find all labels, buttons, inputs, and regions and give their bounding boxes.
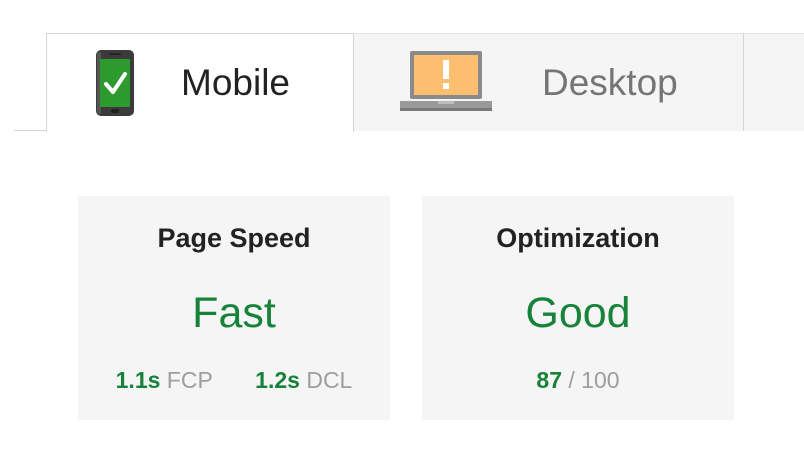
page-speed-title: Page Speed bbox=[157, 223, 311, 253]
pagespeed-report: Mobile Desktop Page Speed Fast 1.1s FCP … bbox=[0, 0, 804, 454]
tab-mobile[interactable]: Mobile bbox=[46, 33, 354, 132]
mobile-phone-check-icon bbox=[95, 49, 135, 122]
device-tabs: Mobile Desktop bbox=[0, 0, 804, 132]
page-speed-metrics: 1.1s FCP 1.2s DCL bbox=[78, 366, 390, 394]
page-speed-verdict: Fast bbox=[192, 289, 276, 337]
optimization-score-value: 87 bbox=[536, 367, 563, 393]
dcl-value: 1.2s bbox=[255, 367, 300, 393]
tab-desktop-label: Desktop bbox=[542, 62, 678, 103]
optimization-score: 87 / 100 bbox=[422, 366, 734, 394]
optimization-card: Optimization Good 87 / 100 bbox=[422, 196, 734, 420]
optimization-title: Optimization bbox=[496, 223, 660, 253]
tab-desktop[interactable]: Desktop bbox=[354, 33, 744, 131]
fcp-value: 1.1s bbox=[115, 367, 161, 393]
tab-mobile-label: Mobile bbox=[181, 62, 290, 103]
fcp-label: FCP bbox=[166, 367, 213, 393]
page-speed-card: Page Speed Fast 1.1s FCP 1.2s DCL bbox=[78, 196, 390, 420]
dcl-label: DCL bbox=[306, 367, 353, 393]
optimization-score-suffix: / 100 bbox=[568, 367, 620, 393]
optimization-verdict: Good bbox=[525, 289, 631, 337]
laptop-warning-icon bbox=[400, 49, 492, 118]
tab-strip-filler bbox=[744, 33, 804, 131]
